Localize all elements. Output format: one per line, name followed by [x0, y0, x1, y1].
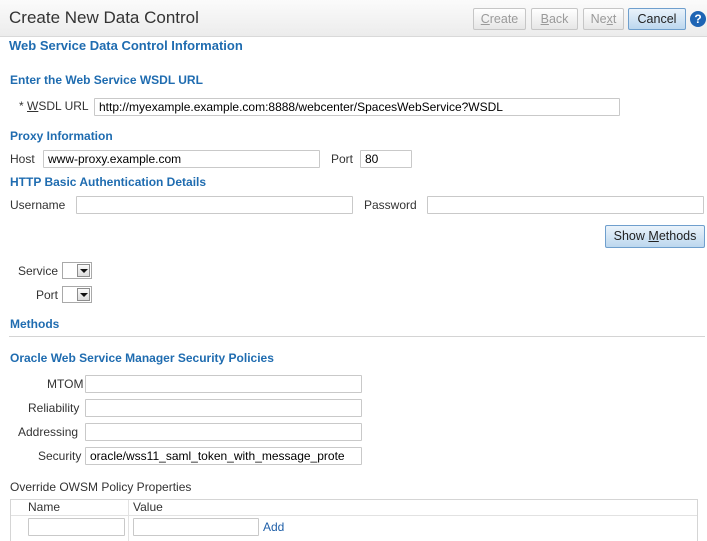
column-header-value: Value: [133, 500, 163, 514]
host-label: Host: [10, 152, 35, 166]
port-select[interactable]: [62, 286, 92, 303]
service-label: Service: [18, 264, 59, 278]
addressing-input[interactable]: [85, 423, 362, 441]
mtom-label: MTOM: [47, 377, 84, 391]
password-label: Password: [364, 198, 417, 212]
proxy-heading: Proxy Information: [10, 129, 113, 143]
chevron-down-icon: [77, 264, 90, 277]
password-input[interactable]: [427, 196, 704, 214]
required-mark: *: [19, 99, 24, 113]
methods-divider: [9, 336, 705, 337]
property-value-input[interactable]: [133, 518, 259, 536]
reliability-label: Reliability: [28, 401, 80, 415]
mtom-input[interactable]: [85, 375, 362, 393]
proxy-port-label: Port: [331, 152, 354, 166]
add-property-link[interactable]: Add: [263, 520, 284, 534]
override-title: Override OWSM Policy Properties: [10, 480, 192, 494]
override-table-header: [11, 499, 697, 516]
username-label: Username: [10, 198, 66, 212]
wsdl-url-label: * WSDL URL: [19, 99, 89, 113]
owsm-heading: Oracle Web Service Manager Security Poli…: [10, 351, 274, 365]
column-divider: [128, 500, 129, 541]
section-title: Web Service Data Control Information: [9, 38, 243, 53]
cancel-button[interactable]: Cancel: [628, 8, 686, 30]
reliability-input[interactable]: [85, 399, 362, 417]
port-select-label: Port: [36, 288, 59, 302]
back-button[interactable]: Back: [531, 8, 578, 30]
column-header-name: Name: [28, 500, 61, 514]
dialog-header: Create New Data Control Create Back Next…: [0, 0, 707, 37]
addressing-label: Addressing: [18, 425, 79, 439]
show-methods-button[interactable]: Show Methods: [605, 225, 705, 248]
security-input[interactable]: oracle/wss11_saml_token_with_message_pro…: [85, 447, 362, 465]
chevron-down-icon: [77, 288, 90, 301]
username-input[interactable]: [76, 196, 353, 214]
wsdl-url-input[interactable]: http://myexample.example.com:8888/webcen…: [94, 98, 620, 116]
proxy-port-input[interactable]: 80: [360, 150, 412, 168]
methods-heading: Methods: [10, 317, 60, 331]
security-label: Security: [38, 449, 82, 463]
property-name-input[interactable]: [28, 518, 125, 536]
help-icon[interactable]: ?: [690, 11, 706, 27]
create-button[interactable]: Create: [473, 8, 526, 30]
wsdl-heading: Enter the Web Service WSDL URL: [10, 73, 203, 87]
auth-heading: HTTP Basic Authentication Details: [10, 175, 207, 189]
service-select[interactable]: [62, 262, 92, 279]
host-input[interactable]: www-proxy.example.com: [43, 150, 320, 168]
next-button[interactable]: Next: [583, 8, 624, 30]
dialog-title: Create New Data Control: [9, 8, 199, 27]
